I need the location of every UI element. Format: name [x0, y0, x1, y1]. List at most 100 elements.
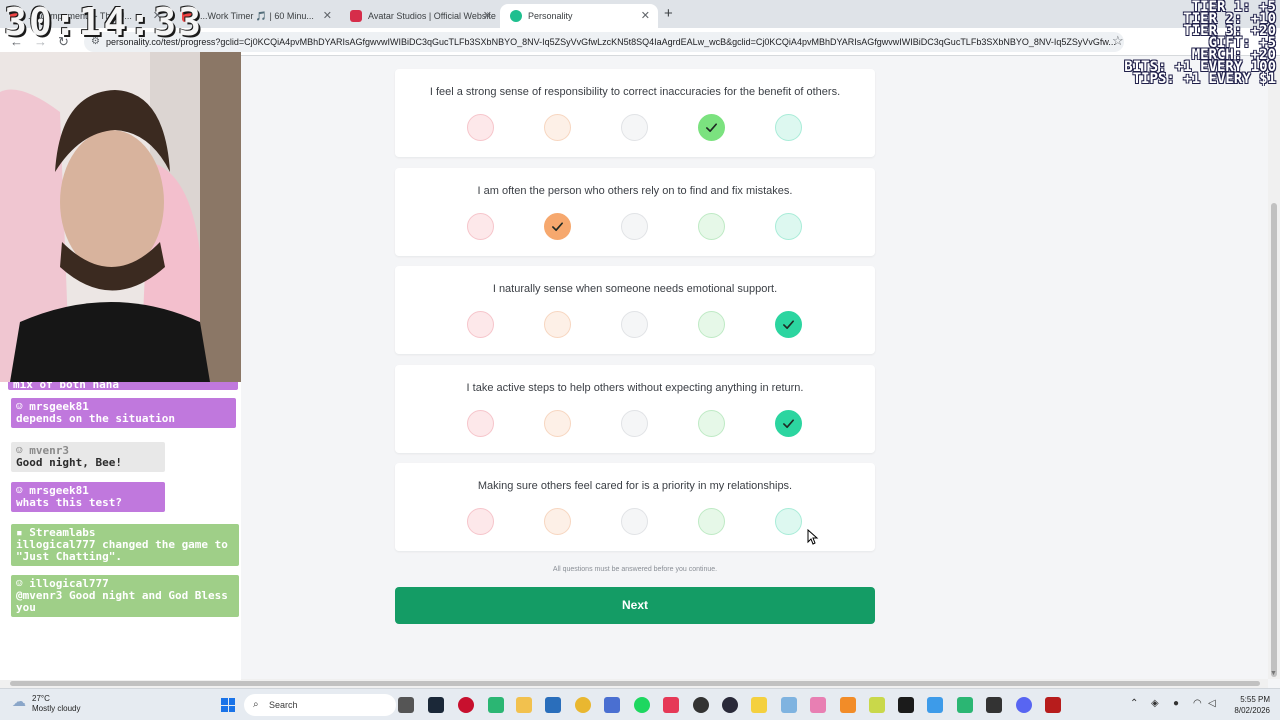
question-text: Making sure others feel cared for is a p… [477, 480, 793, 492]
answer-option-5[interactable] [775, 311, 802, 338]
answer-option-3[interactable] [621, 508, 648, 535]
tab-title: Personality [528, 11, 573, 21]
search-placeholder: Search [269, 700, 298, 710]
chrome-icon[interactable] [575, 697, 591, 713]
question-text: I take active steps to help others witho… [466, 382, 804, 394]
answer-option-3[interactable] [621, 114, 648, 141]
answer-option-5[interactable] [775, 213, 802, 240]
close-tab-icon[interactable]: ✕ [483, 9, 492, 22]
chat-message: mix of both haha [8, 382, 238, 391]
store-icon[interactable] [545, 697, 561, 713]
vertical-scrollbar[interactable]: ▲ ▼ [1268, 57, 1280, 679]
app-icon[interactable] [898, 697, 914, 713]
question-text: I naturally sense when someone needs emo… [492, 283, 778, 295]
app-icon[interactable] [1045, 697, 1061, 713]
personality-test-page: I feel a strong sense of responsibility … [241, 57, 1268, 679]
chat-text: @mvenr3 Good night and God Bless you [16, 589, 228, 614]
scrollbar-thumb[interactable] [1271, 203, 1277, 677]
subathon-timer: 30:14:33 [4, 0, 204, 44]
scrollbar-thumb[interactable] [10, 681, 1260, 686]
app-icon[interactable] [986, 697, 1002, 713]
answer-option-1[interactable] [467, 508, 494, 535]
windows-taskbar: ☁ 27°C Mostly cloudy ⌕ Search ⌃ ◈ ● ◠ ◁ … [0, 688, 1280, 720]
discord-icon[interactable] [1016, 697, 1032, 713]
taskbar-search[interactable]: ⌕ Search [244, 694, 396, 716]
answer-option-3[interactable] [621, 410, 648, 437]
question-card: I feel a strong sense of responsibility … [395, 69, 875, 157]
new-tab-button[interactable]: + [664, 5, 673, 22]
weather-widget[interactable]: ☁ 27°C Mostly cloudy [12, 694, 80, 714]
weather-desc: Mostly cloudy [32, 704, 81, 713]
app-icon[interactable] [781, 697, 797, 713]
app-icon[interactable] [927, 697, 943, 713]
question-card: Making sure others feel cared for is a p… [395, 463, 875, 551]
system-clock[interactable]: 5:55 PM 8/02/2026 [1222, 694, 1270, 716]
close-tab-icon[interactable]: ✕ [323, 9, 332, 22]
answer-option-2[interactable] [544, 311, 571, 338]
answer-option-1[interactable] [467, 114, 494, 141]
tray-chevron-icon[interactable]: ⌃ [1130, 698, 1138, 709]
clock-time: 5:55 PM [1240, 695, 1270, 704]
tray-app-icon[interactable]: ◈ [1151, 698, 1159, 709]
clock-date: 8/02/2026 [1234, 706, 1270, 715]
app-icon[interactable] [751, 697, 767, 713]
app-icon[interactable] [957, 697, 973, 713]
tab-title: ...Work Timer 🎵 | 60 Minu... [200, 10, 314, 21]
app-icon[interactable] [840, 697, 856, 713]
personality-icon [510, 10, 522, 22]
mouse-cursor-icon [807, 529, 819, 545]
next-button[interactable]: Next [395, 587, 875, 624]
question-text: I feel a strong sense of responsibility … [429, 86, 841, 98]
wifi-icon[interactable]: ◠ [1193, 698, 1202, 709]
file-explorer-icon[interactable] [516, 697, 532, 713]
answer-option-4[interactable] [698, 213, 725, 240]
chat-text: mix of both haha [13, 382, 119, 391]
answer-option-1[interactable] [467, 213, 494, 240]
answer-option-2[interactable] [544, 114, 571, 141]
url-field[interactable]: ⚙ personality.co/test/progress?gclid=Cj0… [84, 32, 1124, 52]
answer-option-5[interactable] [775, 508, 802, 535]
answer-option-4[interactable] [698, 311, 725, 338]
answer-option-5[interactable] [775, 114, 802, 141]
microphone-icon[interactable]: ● [1173, 698, 1179, 709]
obs-icon[interactable] [693, 697, 709, 713]
app-icon[interactable] [663, 697, 679, 713]
app-icon[interactable] [458, 697, 474, 713]
app-icon[interactable] [488, 697, 504, 713]
answer-option-4[interactable] [698, 410, 725, 437]
tab-avatar-studios[interactable]: Avatar Studios | Official Website ✕ [340, 4, 500, 28]
answer-option-4[interactable] [698, 508, 725, 535]
app-icon[interactable] [810, 697, 826, 713]
scroll-down-icon[interactable]: ▼ [1270, 670, 1277, 677]
webcam-feed [0, 52, 241, 382]
answer-all-notice: All questions must be answered before yo… [552, 566, 718, 573]
answer-option-5[interactable] [775, 410, 802, 437]
question-card: I naturally sense when someone needs emo… [395, 266, 875, 354]
task-view-icon[interactable] [398, 697, 414, 713]
answer-option-1[interactable] [467, 410, 494, 437]
start-button[interactable] [221, 698, 235, 712]
answer-option-3[interactable] [621, 311, 648, 338]
app-icon[interactable] [869, 697, 885, 713]
checkmark-icon [783, 419, 794, 429]
question-card: I am often the person who others rely on… [395, 168, 875, 256]
volume-icon[interactable]: ◁ [1208, 698, 1216, 709]
spotify-icon[interactable] [634, 697, 650, 713]
app-icon[interactable] [722, 697, 738, 713]
chat-message: ▪ Streamlabs illogical777 changed the ga… [11, 524, 239, 566]
chat-overlay: mix of both haha ☺ mrsgeek81 depends on … [0, 382, 241, 680]
chat-text: whats this test? [16, 496, 122, 509]
horizontal-scrollbar[interactable] [0, 679, 1268, 688]
answer-option-1[interactable] [467, 311, 494, 338]
app-icon[interactable] [604, 697, 620, 713]
checkmark-icon [706, 123, 717, 133]
tab-personality[interactable]: Personality ✕ [500, 4, 658, 28]
answer-option-4[interactable] [698, 114, 725, 141]
answer-option-2[interactable] [544, 213, 571, 240]
search-icon: ⌕ [253, 699, 259, 710]
close-tab-icon[interactable]: ✕ [641, 9, 650, 22]
steam-icon[interactable] [428, 697, 444, 713]
answer-option-2[interactable] [544, 410, 571, 437]
answer-option-3[interactable] [621, 213, 648, 240]
answer-option-2[interactable] [544, 508, 571, 535]
